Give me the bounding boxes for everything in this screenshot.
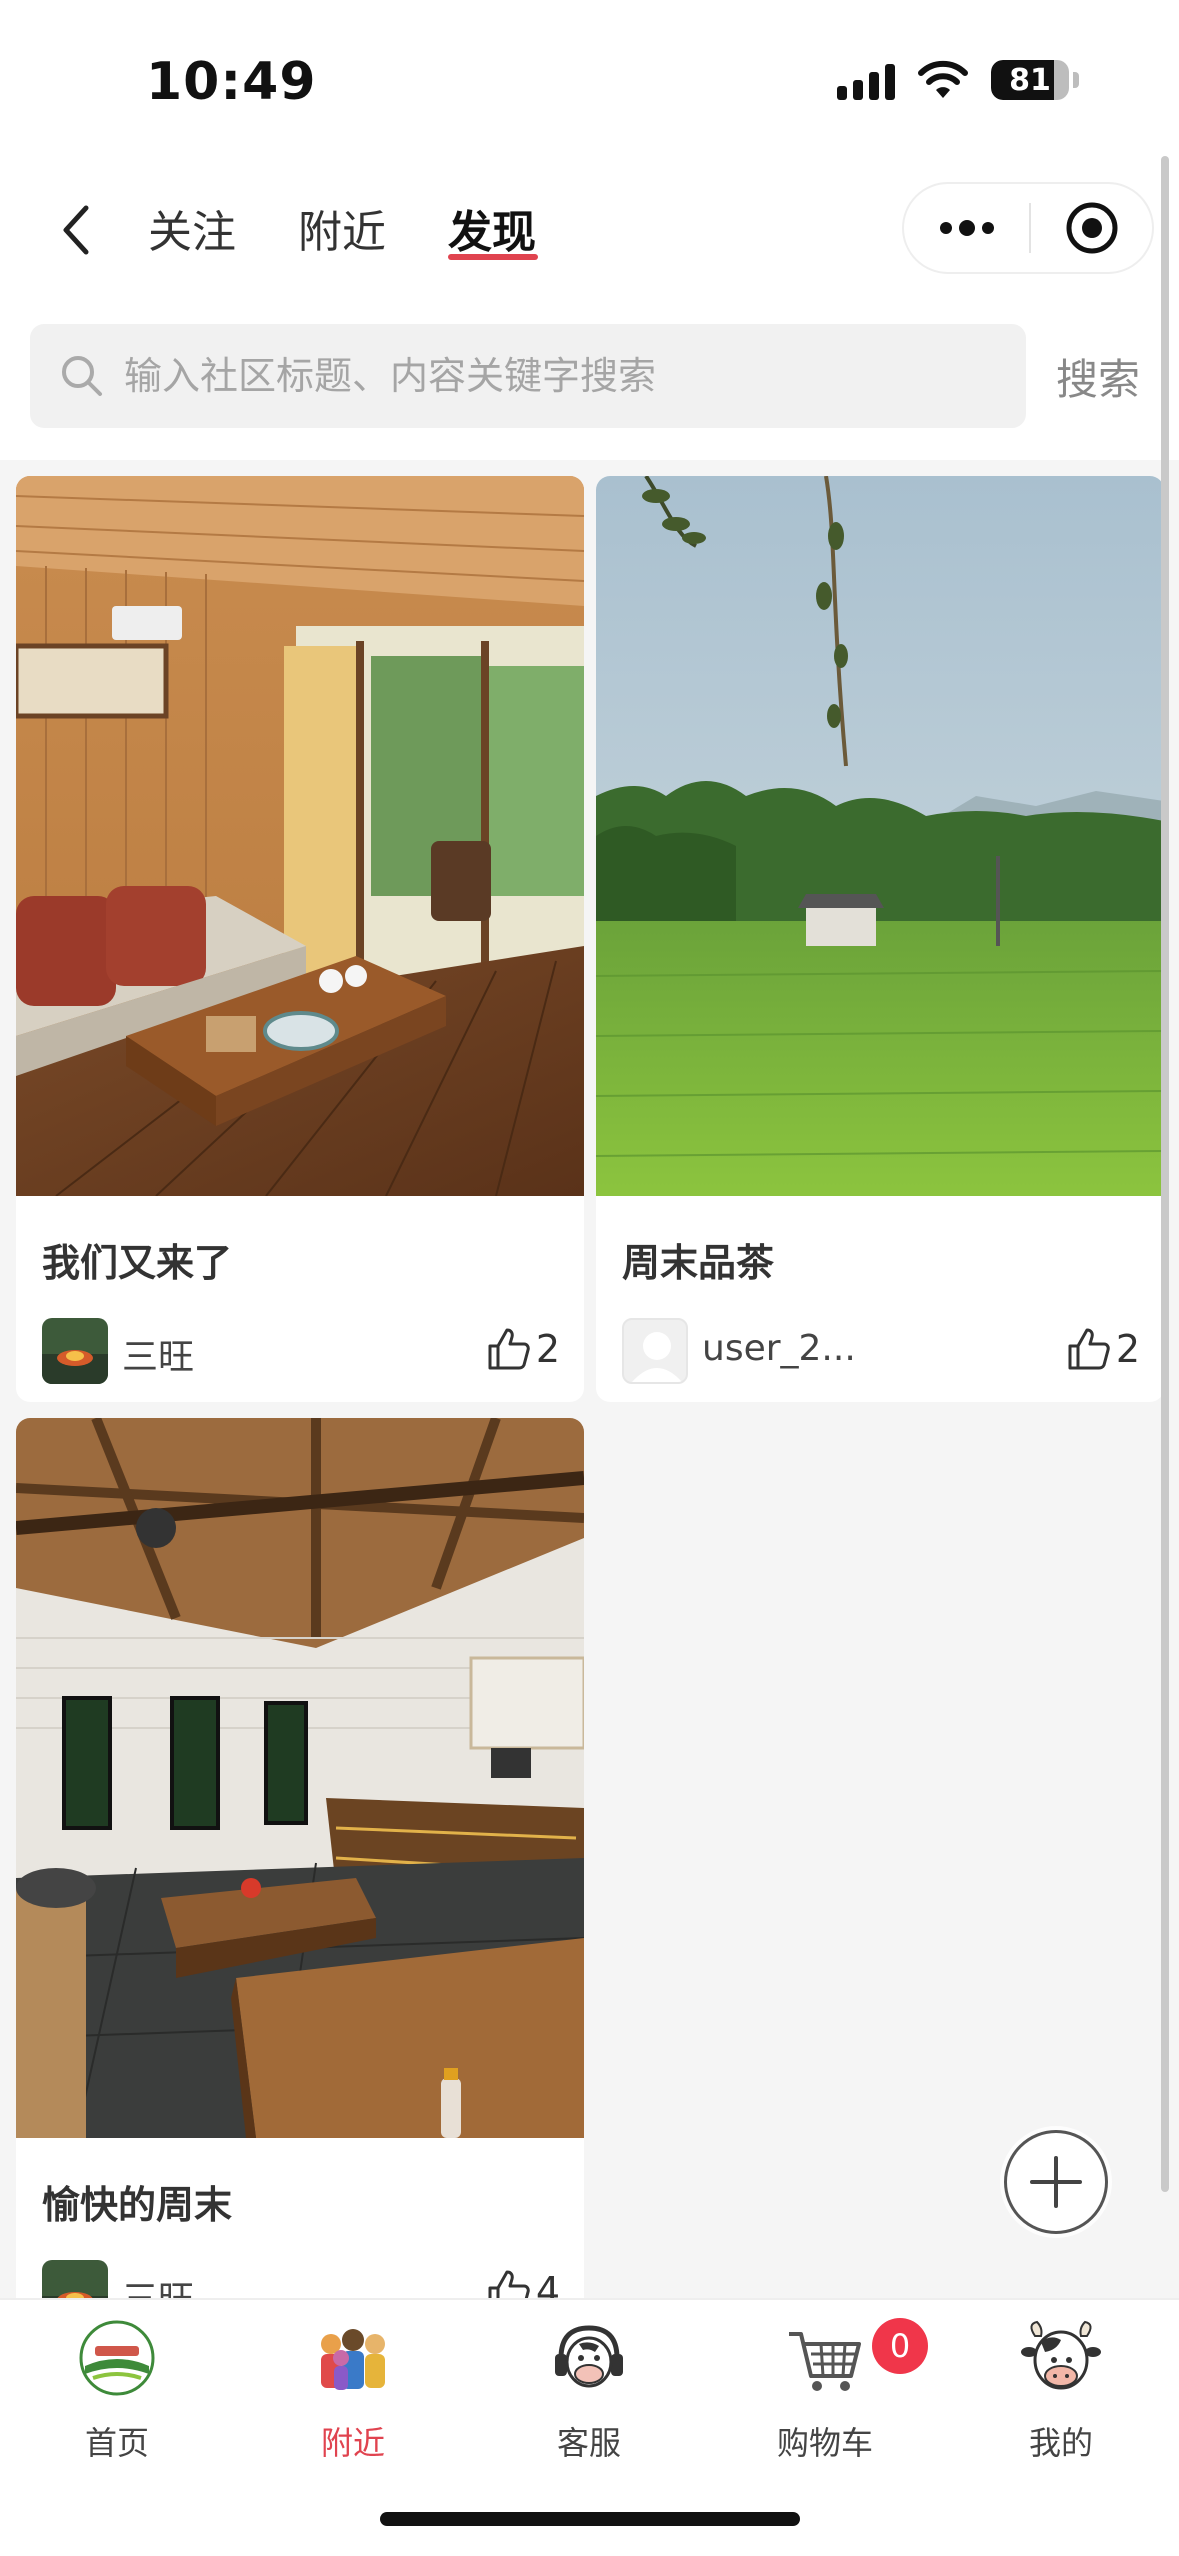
add-post-button[interactable] (1004, 2130, 1108, 2234)
thumbs-up-icon (488, 2270, 530, 2298)
farm-logo-icon (73, 2314, 161, 2402)
thumbs-up-icon (1068, 1328, 1110, 1370)
active-tab-indicator (448, 254, 538, 260)
like-button[interactable]: 2 (1066, 1326, 1140, 1372)
tab-discover[interactable]: 发现 (448, 196, 536, 260)
home-indicator[interactable] (380, 2512, 800, 2526)
like-count: 2 (1115, 1327, 1140, 1371)
target-close-icon (1066, 202, 1117, 254)
wifi-icon (918, 60, 968, 98)
search-button[interactable]: 搜索 (1056, 346, 1140, 407)
battery-icon: 81 (991, 60, 1069, 100)
scrollbar[interactable] (1161, 156, 1169, 2192)
post-card[interactable]: 我们又来了 三旺 2 (16, 476, 584, 1402)
search-input[interactable] (124, 354, 1004, 398)
avatar[interactable] (622, 1318, 688, 1384)
tabbar-label: 附近 (320, 2424, 385, 2462)
cow-face-icon (1017, 2314, 1105, 2402)
post-title[interactable]: 愉快的周末 (42, 2174, 232, 2229)
cart-count-badge: 0 (872, 2318, 928, 2374)
post-title[interactable]: 我们又来了 (42, 1232, 232, 1287)
post-card[interactable]: 周末品茶 user_2... 2 (596, 476, 1164, 1402)
plus-icon (1030, 2156, 1082, 2208)
search-box[interactable] (30, 324, 1026, 428)
tab-following[interactable]: 关注 (148, 196, 236, 260)
like-count: 2 (535, 1327, 560, 1371)
battery-level: 81 (1009, 62, 1051, 98)
avatar[interactable] (42, 2260, 108, 2298)
tabbar-item-home[interactable]: 首页 (17, 2314, 217, 2464)
back-arrow-icon[interactable] (52, 200, 102, 260)
tabbar-label: 首页 (84, 2424, 149, 2462)
post-image-cabin[interactable] (16, 476, 584, 1196)
status-bar: 10:49 81 (0, 0, 1179, 150)
like-count: 4 (535, 2269, 560, 2298)
status-icons: 81 (837, 60, 1079, 100)
tabbar-label: 购物车 (776, 2424, 873, 2462)
tab-nearby[interactable]: 附近 (298, 196, 386, 260)
nav-header: 关注 附近 发现 (0, 150, 1179, 300)
mini-program-capsule (902, 182, 1154, 274)
post-feed: 我们又来了 三旺 2 周末品茶 user_2... 2 愉快的周末 4 (0, 460, 1179, 2298)
post-author[interactable]: user_2... (702, 1328, 856, 1369)
search-bar: 搜索 (0, 300, 1179, 460)
tabbar-item-service[interactable]: 客服 (489, 2314, 689, 2464)
more-options-button[interactable] (904, 184, 1029, 272)
cart-icon (781, 2314, 869, 2402)
like-button[interactable]: 4 (486, 2268, 560, 2298)
battery-nub (1073, 72, 1079, 88)
tabbar-item-profile[interactable]: 我的 (961, 2314, 1161, 2464)
post-image-hall[interactable] (16, 1418, 584, 2138)
tabbar-label: 客服 (556, 2424, 621, 2462)
thumbs-up-icon (488, 1328, 530, 1370)
tabbar-label: 我的 (1028, 2424, 1093, 2462)
avatar[interactable] (42, 1318, 108, 1384)
post-author[interactable]: 三旺 (122, 2270, 194, 2298)
people-group-icon (309, 2314, 397, 2402)
search-icon (62, 356, 102, 396)
like-button[interactable]: 2 (486, 1326, 560, 1372)
status-time: 10:49 (146, 52, 317, 112)
post-title[interactable]: 周末品茶 (622, 1232, 774, 1287)
post-image-rice-field[interactable] (596, 476, 1164, 1196)
post-card[interactable]: 愉快的周末 三旺 4 (16, 1418, 584, 2298)
post-author[interactable]: 三旺 (122, 1328, 194, 1380)
cellular-signal-icon (837, 60, 895, 100)
tabbar-item-nearby[interactable]: 附近 (253, 2314, 453, 2464)
cow-headset-icon (545, 2314, 633, 2402)
close-program-button[interactable] (1031, 184, 1152, 272)
